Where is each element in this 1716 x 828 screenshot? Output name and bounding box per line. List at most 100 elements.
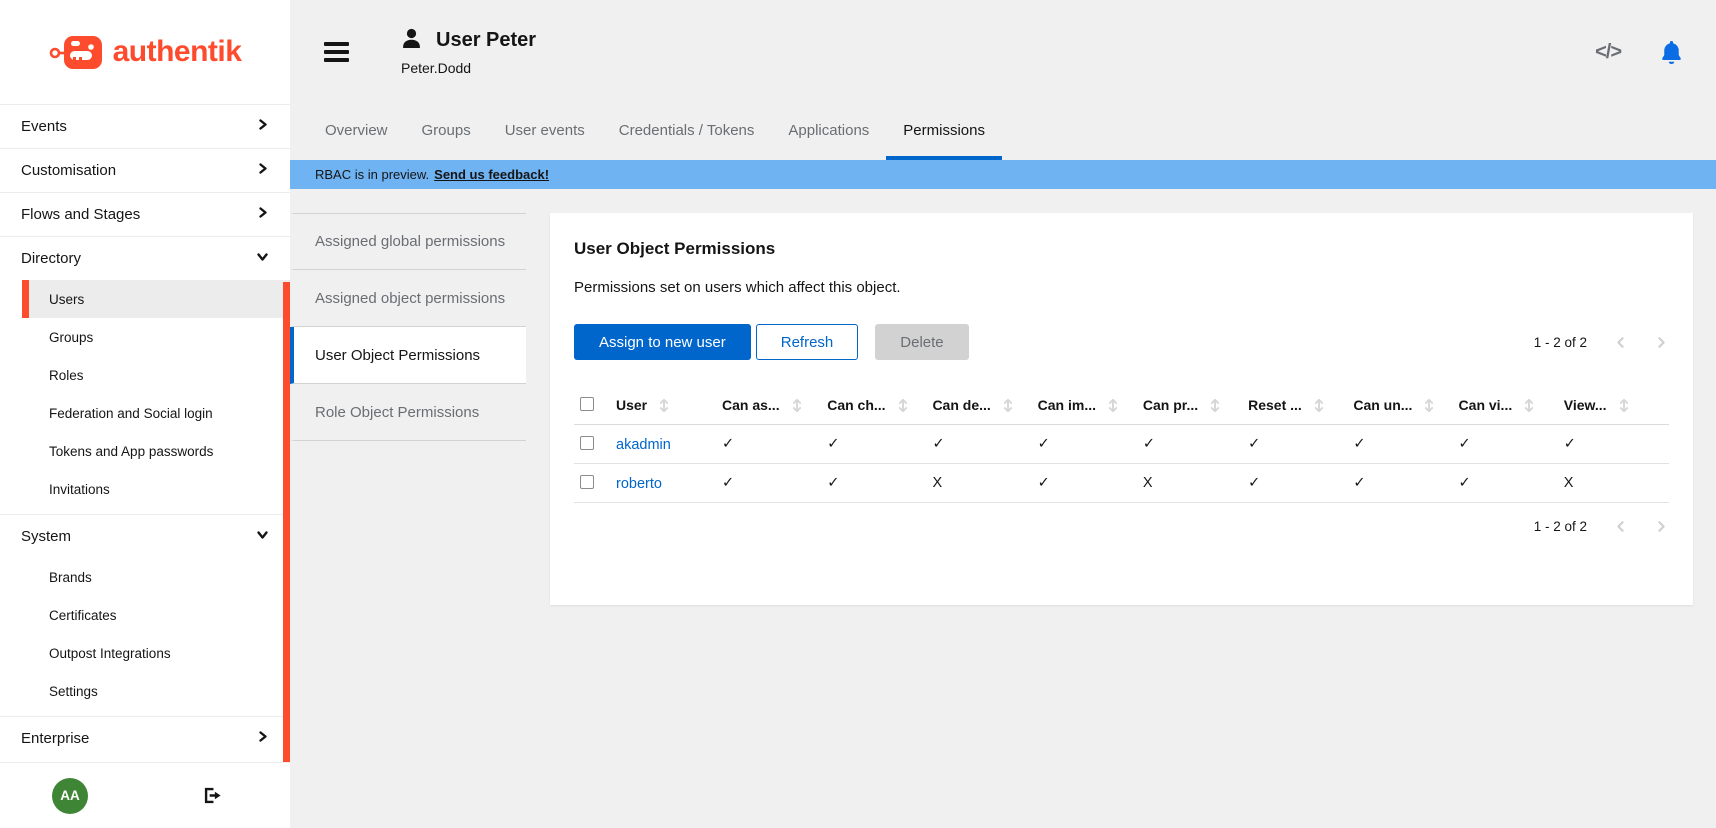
pagination-top: 1 - 2 of 2	[1534, 335, 1669, 350]
permission-cell: ✓	[722, 475, 827, 491]
assign-to-new-user-button[interactable]: Assign to new user	[574, 324, 751, 360]
subnav-role-object-permissions[interactable]: Role Object Permissions	[290, 384, 526, 441]
pagination-label: 1 - 2 of 2	[1534, 519, 1587, 534]
permission-cell: ✓	[1459, 475, 1564, 491]
notifications-bell-icon[interactable]	[1661, 41, 1682, 64]
chevron-right-icon	[256, 730, 269, 747]
permission-cell: ✓	[932, 436, 1037, 452]
system-children: Brands Certificates Outpost Integrations…	[22, 558, 290, 716]
sidebar-item-users[interactable]: Users	[22, 280, 290, 318]
user-link[interactable]: roberto	[616, 476, 662, 492]
user-detail-tabs: Overview Groups User events Credentials …	[290, 104, 1716, 160]
card-description: Permissions set on users which affect th…	[574, 279, 1669, 296]
api-code-icon[interactable]: </>	[1595, 41, 1621, 64]
sort-icon[interactable]	[1524, 398, 1534, 413]
tab-permissions[interactable]: Permissions	[886, 104, 1002, 160]
permission-cell: ✓	[1248, 475, 1353, 491]
pagination-label: 1 - 2 of 2	[1534, 335, 1587, 350]
brand-name: authentik	[113, 35, 242, 69]
table-toolbar: Assign to new user Refresh Delete 1 - 2 …	[574, 324, 1669, 360]
sort-icon[interactable]	[1003, 398, 1013, 413]
avatar[interactable]: AA	[52, 778, 88, 814]
feedback-link[interactable]: Send us feedback!	[434, 167, 549, 182]
permission-cell: X	[1564, 475, 1669, 491]
sidebar-item-brands[interactable]: Brands	[22, 558, 290, 596]
chevron-right-icon	[256, 118, 269, 135]
tab-user-events[interactable]: User events	[488, 104, 602, 160]
card-title: User Object Permissions	[574, 239, 1669, 259]
row-checkbox[interactable]	[580, 475, 594, 489]
table-header-row: User Can as... Can ch... Can de... Can i…	[574, 386, 1669, 425]
tab-groups[interactable]: Groups	[405, 104, 488, 160]
sort-icon[interactable]	[898, 398, 908, 413]
sidebar-item-outpost-integrations[interactable]: Outpost Integrations	[22, 634, 290, 672]
sidebar-item-directory[interactable]: Directory	[0, 236, 290, 280]
sign-out-icon[interactable]	[203, 786, 222, 805]
permissions-table: User Can as... Can ch... Can de... Can i…	[574, 386, 1669, 503]
tab-overview[interactable]: Overview	[308, 104, 405, 160]
delete-button[interactable]: Delete	[875, 324, 968, 360]
sidebar-item-certificates[interactable]: Certificates	[22, 596, 290, 634]
sidebar-item-flows-and-stages[interactable]: Flows and Stages	[0, 192, 290, 236]
menu-toggle-button[interactable]	[320, 38, 353, 66]
directory-children: Users Groups Roles Federation and Social…	[22, 280, 290, 514]
main-area: User Peter Peter.Dodd </> Overview Group…	[290, 0, 1716, 828]
pagination-prev-icon[interactable]	[1613, 519, 1628, 534]
pagination-prev-icon[interactable]	[1613, 335, 1628, 350]
pagination-next-icon[interactable]	[1654, 519, 1669, 534]
sort-icon[interactable]	[792, 398, 802, 413]
sidebar-item-tokens[interactable]: Tokens and App passwords	[22, 432, 290, 470]
sidebar-item-federation[interactable]: Federation and Social login	[22, 394, 290, 432]
chevron-right-icon	[256, 206, 269, 223]
permissions-subnav: Assigned global permissions Assigned obj…	[290, 213, 526, 441]
permission-cell: ✓	[1459, 436, 1564, 452]
sidebar-item-groups[interactable]: Groups	[22, 318, 290, 356]
topbar: User Peter Peter.Dodd </>	[290, 0, 1716, 104]
app-root: authentik Events Customisation Flows and…	[0, 0, 1716, 828]
page-subtitle: Peter.Dodd	[401, 60, 536, 76]
permission-cell: ✓	[1143, 436, 1248, 452]
subnav-assigned-global-permissions[interactable]: Assigned global permissions	[290, 213, 526, 270]
sidebar-footer: AA	[0, 762, 290, 828]
sidebar-item-customisation[interactable]: Customisation	[0, 148, 290, 192]
sidebar-item-events[interactable]: Events	[0, 104, 290, 148]
permission-cell: ✓	[1353, 436, 1458, 452]
sort-icon[interactable]	[1108, 398, 1118, 413]
banner-text: RBAC is in preview.	[315, 167, 429, 182]
permission-cell: ✓	[722, 436, 827, 452]
pagination-next-icon[interactable]	[1654, 335, 1669, 350]
permission-cell: ✓	[1248, 436, 1353, 452]
chevron-down-icon	[256, 528, 269, 545]
tab-applications[interactable]: Applications	[771, 104, 886, 160]
sidebar-item-roles[interactable]: Roles	[22, 356, 290, 394]
user-object-permissions-card: User Object Permissions Permissions set …	[550, 213, 1693, 605]
page-title: User Peter	[436, 29, 536, 52]
permission-cell: ✓	[1564, 436, 1669, 452]
sort-icon[interactable]	[1424, 398, 1434, 413]
subnav-user-object-permissions[interactable]: User Object Permissions	[290, 327, 526, 384]
sidebar-nav: Events Customisation Flows and Stages Di…	[0, 104, 290, 762]
sort-icon[interactable]	[1210, 398, 1220, 413]
select-all-checkbox[interactable]	[580, 397, 594, 411]
user-link[interactable]: akadmin	[616, 437, 671, 453]
sort-icon[interactable]	[1619, 398, 1629, 413]
permission-cell: ✓	[1353, 475, 1458, 491]
sidebar-item-system[interactable]: System	[0, 514, 290, 558]
sidebar-item-settings[interactable]: Settings	[22, 672, 290, 710]
tab-credentials-tokens[interactable]: Credentials / Tokens	[602, 104, 772, 160]
sidebar-scrollbar[interactable]	[283, 282, 290, 762]
row-checkbox[interactable]	[580, 436, 594, 450]
brand-logo[interactable]: authentik	[0, 0, 290, 104]
subnav-assigned-object-permissions[interactable]: Assigned object permissions	[290, 270, 526, 327]
sort-icon[interactable]	[1314, 398, 1324, 413]
permission-cell: ✓	[827, 475, 932, 491]
sidebar: authentik Events Customisation Flows and…	[0, 0, 290, 828]
sidebar-item-invitations[interactable]: Invitations	[22, 470, 290, 508]
permission-cell: X	[932, 475, 1037, 491]
sort-icon[interactable]	[659, 398, 669, 413]
sidebar-item-enterprise[interactable]: Enterprise	[0, 716, 290, 760]
permission-cell: ✓	[1038, 436, 1143, 452]
permission-cell: ✓	[827, 436, 932, 452]
refresh-button[interactable]: Refresh	[756, 324, 859, 360]
chevron-right-icon	[256, 162, 269, 179]
